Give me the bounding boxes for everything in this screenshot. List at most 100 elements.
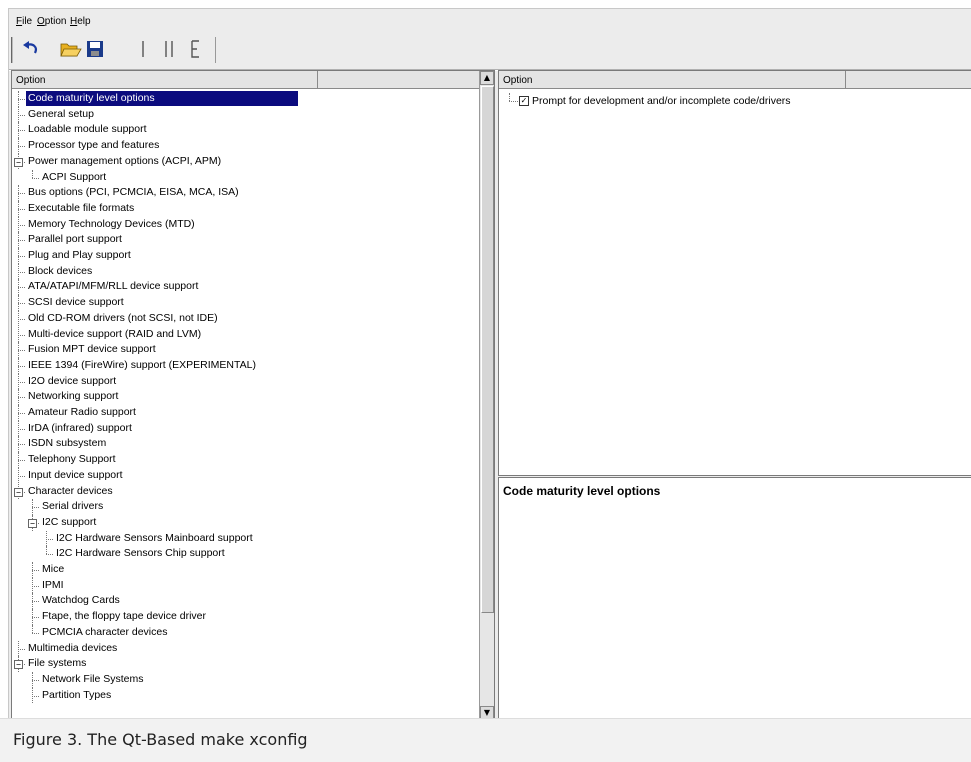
menu-help[interactable]: Help	[70, 16, 91, 27]
tree-item-label: Bus options (PCI, PCMCIA, EISA, MCA, ISA…	[28, 186, 239, 199]
tree-connector	[18, 413, 25, 414]
tree-item[interactable]: Multi-device support (RAID and LVM)	[26, 327, 203, 342]
tree-connector	[18, 99, 25, 100]
menu-option[interactable]: Option	[37, 16, 66, 27]
tree-connector	[18, 240, 25, 242]
tree-connector	[32, 507, 39, 509]
tree-item-label: Network File Systems	[42, 672, 144, 685]
tree-item[interactable]: ACPI Support	[40, 170, 108, 185]
tree-connector	[18, 193, 25, 195]
list-header-option[interactable]: Option	[499, 71, 846, 89]
tree-item[interactable]: Parallel port support	[26, 232, 124, 247]
tree-item-label: Processor type and features	[28, 139, 160, 152]
tree-connector	[18, 216, 19, 233]
tree-item-label: SCSI device support	[28, 296, 124, 309]
checkbox[interactable]: ✓	[519, 96, 529, 107]
tree-item[interactable]: Old CD-ROM drivers (not SCSI, not IDE)	[26, 311, 220, 326]
tree-item-label: ISDN subsystem	[28, 437, 107, 450]
tree-item[interactable]: Executable file formats	[26, 201, 136, 216]
tree-connector	[32, 177, 39, 179]
collapse-toggle-icon[interactable]: −	[28, 518, 37, 528]
tree-item[interactable]: ISDN subsystem	[26, 436, 108, 451]
tree-item-label: Input device support	[28, 468, 123, 481]
tree-item[interactable]: Processor type and features	[26, 138, 161, 153]
tree-item[interactable]: Memory Technology Devices (MTD)	[26, 217, 197, 232]
tree-connector	[46, 538, 53, 540]
collapse-toggle-icon[interactable]: −	[14, 487, 23, 497]
tree-item[interactable]: General setup	[26, 107, 96, 122]
tree-item[interactable]: Input device support	[26, 468, 125, 483]
tree-item[interactable]: Loadable module support	[26, 122, 149, 137]
tree-item[interactable]: IPMI	[40, 578, 66, 593]
help-title: Code maturity level options	[503, 484, 661, 498]
tree-header-value[interactable]	[318, 71, 480, 89]
tree-item[interactable]: Code maturity level options	[26, 91, 298, 106]
tree-item-label: Parallel port support	[28, 233, 122, 246]
tree-item[interactable]: ATA/ATAPI/MFM/RLL device support	[26, 279, 200, 294]
tree-connector	[32, 585, 39, 587]
tree-item[interactable]: Telephony Support	[26, 452, 118, 467]
tree-item[interactable]: File systems	[26, 656, 88, 671]
tree-connector	[18, 436, 19, 453]
tree-item[interactable]: Power management options (ACPI, APM)	[26, 154, 223, 169]
back-button[interactable]	[19, 37, 43, 61]
tree-connector	[18, 334, 25, 336]
tree-item[interactable]: Mice	[40, 562, 66, 577]
tree-item[interactable]: Networking support	[26, 389, 120, 404]
figure-caption-bar: Figure 3. The Qt-Based make xconfig	[0, 718, 971, 762]
tree-item[interactable]: IEEE 1394 (FireWire) support (EXPERIMENT…	[26, 358, 258, 373]
tree-item[interactable]: Ftape, the floppy tape device driver	[40, 609, 208, 624]
scrollbar-thumb[interactable]	[481, 86, 494, 613]
xconfig-window: File Option Help Option Code maturity le…	[8, 8, 971, 719]
tree-connector	[18, 303, 25, 305]
tree-header-option[interactable]: Option	[12, 71, 318, 89]
tree-item[interactable]: IrDA (infrared) support	[26, 421, 134, 436]
toolbar	[9, 33, 971, 67]
tree-item[interactable]: Block devices	[26, 264, 94, 279]
tree-item[interactable]: Plug and Play support	[26, 248, 133, 263]
tree-item[interactable]: Fusion MPT device support	[26, 342, 158, 357]
tree-connector	[32, 577, 33, 594]
tree-connector	[46, 546, 47, 555]
split-view-button[interactable]	[157, 37, 181, 61]
tree-item[interactable]: I2C Hardware Sensors Mainboard support	[54, 531, 255, 546]
full-view-icon	[191, 40, 199, 58]
tree-item[interactable]: Multimedia devices	[26, 641, 119, 656]
tree-connector	[18, 122, 19, 139]
tree-connector	[18, 256, 25, 257]
tree-item[interactable]: PCMCIA character devices	[40, 625, 169, 640]
single-view-button[interactable]	[131, 37, 155, 61]
tree-item[interactable]: Amateur Radio support	[26, 405, 138, 420]
tree-item[interactable]: SCSI device support	[26, 295, 126, 310]
tree-item-label: General setup	[28, 107, 94, 120]
tree-item[interactable]: I2O device support	[26, 374, 118, 389]
tree-item[interactable]: Watchdog Cards	[40, 593, 122, 608]
tree-item[interactable]: I2C Hardware Sensors Chip support	[54, 546, 227, 561]
tree-connector	[18, 452, 19, 468]
tree-item[interactable]: Partition Types	[40, 688, 113, 703]
tree-item[interactable]: Serial drivers	[40, 499, 105, 514]
tree-item-label: Serial drivers	[42, 500, 104, 513]
tree-item[interactable]: Network File Systems	[40, 672, 146, 687]
option-row-prompt[interactable]: ✓ Prompt for development and/or incomplet…	[519, 94, 793, 109]
tree-item[interactable]: I2C support	[40, 515, 98, 530]
save-button[interactable]	[83, 37, 107, 61]
tree-item[interactable]: Character devices	[26, 484, 115, 499]
tree-item-label: Memory Technology Devices (MTD)	[28, 217, 195, 230]
full-view-button[interactable]	[183, 37, 207, 61]
menu-file[interactable]: File	[16, 16, 32, 27]
tree-connector	[18, 91, 19, 107]
tree-connector	[18, 397, 25, 399]
tree-connector	[18, 248, 19, 264]
tree-item[interactable]: Bus options (PCI, PCMCIA, EISA, MCA, ISA…	[26, 185, 241, 200]
tree-item-label: Character devices	[28, 484, 113, 497]
collapse-toggle-icon[interactable]: −	[14, 157, 23, 167]
tree-item-label: I2C support	[42, 515, 97, 528]
vertical-scrollbar[interactable]: ▲ ▼	[479, 71, 494, 719]
load-button[interactable]	[59, 37, 83, 61]
tree-connector	[18, 271, 25, 273]
scroll-up-arrow-icon[interactable]: ▲	[480, 71, 494, 85]
tree-connector	[18, 420, 19, 437]
collapse-toggle-icon[interactable]: −	[14, 660, 23, 670]
list-header-value[interactable]	[846, 71, 971, 89]
